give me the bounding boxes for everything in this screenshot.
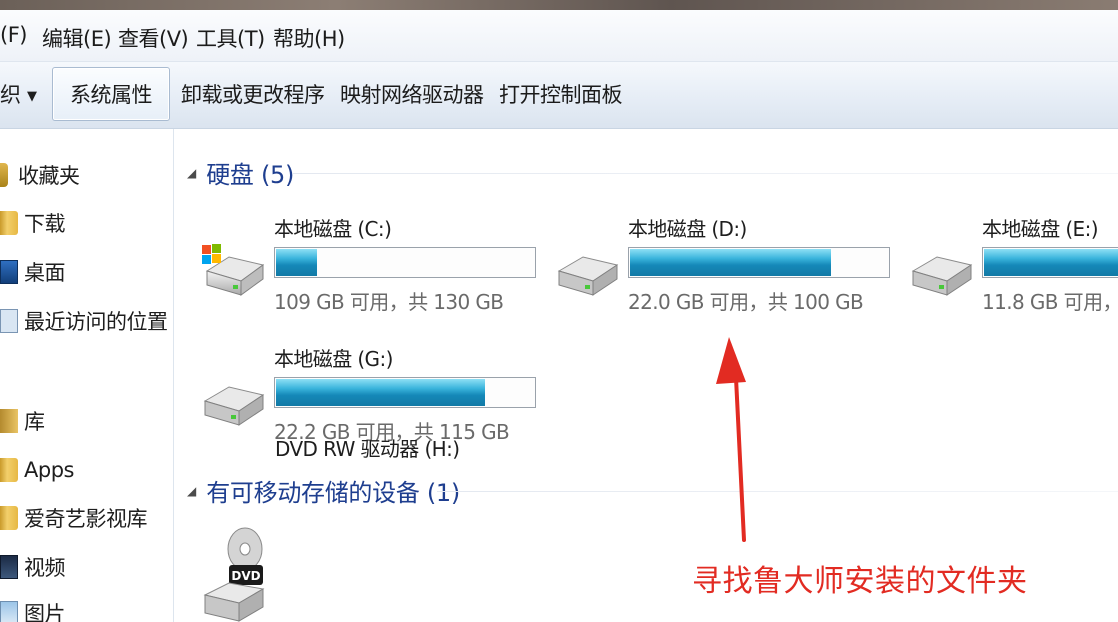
- drive-c[interactable]: 本地磁盘 (C:) 109 GB 可用，共 130 GB: [201, 213, 561, 323]
- folder-icon: [0, 506, 18, 530]
- content-pane: ◢ 硬盘 (5) 本地磁盘 (C:) 109 GB 可用，共 130 GB 本地…: [175, 129, 1118, 622]
- navigation-pane: 收藏夹 下载 桌面 最近访问的位置 库 Apps 爱奇艺影视库 视频 图片: [0, 129, 174, 622]
- drive-label: 本地磁盘 (D:): [628, 217, 747, 241]
- pictures-library-icon: [0, 601, 18, 622]
- sidebar-item-label: 图片: [24, 602, 66, 622]
- window-top-strip: [0, 0, 1118, 10]
- group-header-removable-storage[interactable]: ◢ 有可移动存储的设备 (1): [187, 473, 460, 508]
- sidebar-item-pictures[interactable]: 图片: [0, 597, 66, 622]
- sidebar-item-apps[interactable]: Apps: [0, 454, 74, 486]
- group-title: 硬盘 (5): [206, 161, 295, 189]
- drive-capacity-text: 22.0 GB 可用，共 100 GB: [628, 290, 864, 314]
- sidebar-item-label: 库: [24, 410, 45, 434]
- menu-bar: (F) 编辑(E) 查看(V) 工具(T) 帮助(H): [0, 10, 1118, 62]
- dvd-drive-label: DVD RW 驱动器 (H:): [275, 437, 460, 461]
- sidebar-item-iqiyi[interactable]: 爱奇艺影视库: [0, 502, 148, 534]
- drive-usage-fill: [630, 249, 832, 276]
- group-title: 有可移动存储的设备 (1): [206, 479, 460, 507]
- recent-places-icon: [0, 309, 18, 333]
- sidebar-item-label: 爱奇艺影视库: [24, 507, 148, 531]
- sidebar-item-desktop[interactable]: 桌面: [0, 256, 66, 288]
- collapse-triangle-icon[interactable]: ◢: [187, 484, 196, 498]
- drive-usage-fill: [984, 249, 1118, 276]
- favorites-star-icon: [0, 163, 8, 187]
- uninstall-program-button[interactable]: 卸载或更改程序: [181, 79, 325, 109]
- drive-capacity-text: 11.8 GB 可用，共: [982, 290, 1118, 314]
- sidebar-item-label: Apps: [24, 458, 74, 482]
- sidebar-item-videos[interactable]: 视频: [0, 551, 66, 583]
- drive-usage-fill: [276, 379, 485, 406]
- drive-label: 本地磁盘 (G:): [274, 347, 393, 371]
- hard-drive-icon: [203, 386, 265, 426]
- annotation-text: 寻找鲁大师安装的文件夹: [692, 564, 1028, 599]
- drive-usage-bar: [982, 247, 1118, 278]
- organize-label: 织: [0, 83, 21, 107]
- sidebar-item-label: 视频: [24, 556, 66, 580]
- desktop-icon: [0, 260, 18, 284]
- drive-d[interactable]: 本地磁盘 (D:) 22.0 GB 可用，共 100 GB: [555, 213, 915, 323]
- drive-usage-bar: [274, 377, 536, 408]
- drive-label: 本地磁盘 (E:): [982, 217, 1099, 241]
- menu-file[interactable]: (F): [0, 23, 27, 47]
- collapse-triangle-icon[interactable]: ◢: [187, 166, 196, 180]
- library-icon: [0, 409, 18, 433]
- menu-edit[interactable]: 编辑(E): [42, 23, 112, 53]
- video-library-icon: [0, 555, 18, 579]
- map-network-drive-button[interactable]: 映射网络驱动器: [340, 79, 484, 109]
- drive-label: 本地磁盘 (C:): [274, 217, 392, 241]
- drive-usage-bar: [274, 247, 536, 278]
- group-divider: [437, 491, 1118, 492]
- group-header-hard-disks[interactable]: ◢ 硬盘 (5): [187, 155, 294, 190]
- open-control-panel-button[interactable]: 打开控制面板: [499, 79, 623, 109]
- hard-drive-icon: [557, 256, 619, 296]
- dvd-drive-icon: DVD: [203, 527, 265, 622]
- command-toolbar: 织 ▼ 系统属性 卸载或更改程序 映射网络驱动器 打开控制面板: [0, 62, 1118, 129]
- sidebar-item-label: 收藏夹: [18, 164, 80, 188]
- downloads-folder-icon: [0, 211, 18, 235]
- hard-drive-icon: [911, 256, 973, 296]
- system-properties-button[interactable]: 系统属性: [52, 67, 170, 121]
- drive-usage-bar: [628, 247, 890, 278]
- drive-usage-fill: [276, 249, 318, 276]
- sidebar-item-libraries[interactable]: 库: [0, 405, 45, 437]
- menu-help[interactable]: 帮助(H): [273, 23, 345, 53]
- organize-button[interactable]: 织 ▼: [0, 79, 37, 109]
- group-divider: [293, 173, 1118, 174]
- menu-view[interactable]: 查看(V): [118, 23, 189, 53]
- drive-e[interactable]: 本地磁盘 (E:) 11.8 GB 可用，共: [909, 213, 1118, 323]
- folder-icon: [0, 458, 18, 482]
- drive-capacity-text: 109 GB 可用，共 130 GB: [274, 290, 504, 314]
- dvd-drive-h[interactable]: DVD: [201, 527, 561, 622]
- sidebar-item-label: 桌面: [24, 261, 66, 285]
- sidebar-item-favorites[interactable]: 收藏夹: [0, 159, 80, 191]
- sidebar-item-recent-places[interactable]: 最近访问的位置: [0, 305, 168, 337]
- dvd-badge-text: DVD: [231, 569, 260, 583]
- sidebar-item-label: 最近访问的位置: [24, 310, 168, 334]
- menu-tools[interactable]: 工具(T): [196, 23, 265, 53]
- chevron-down-icon: ▼: [27, 88, 37, 104]
- sidebar-item-downloads[interactable]: 下载: [0, 207, 66, 239]
- sidebar-item-label: 下载: [24, 212, 66, 236]
- windows-system-drive-icon: [202, 244, 265, 296]
